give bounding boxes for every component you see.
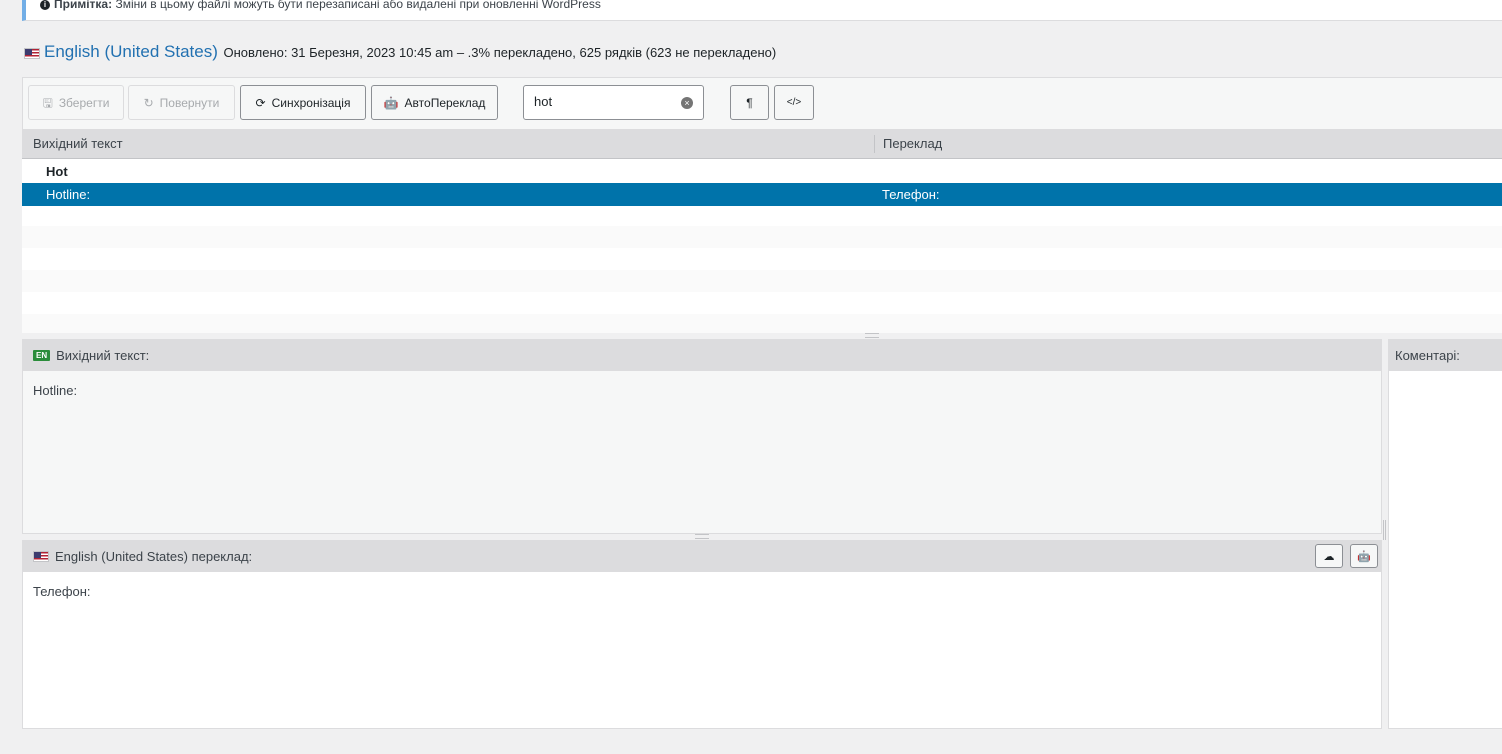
source-pane-title: Вихідний текст: (56, 348, 150, 363)
language-title[interactable]: English (United States) (44, 42, 218, 61)
column-separator[interactable] (874, 135, 875, 153)
row-translation-text: Телефон: (882, 187, 940, 202)
row-source-text: Hot (46, 164, 68, 179)
column-translation-header[interactable]: Переклад (883, 136, 942, 151)
comments-pane-title: Коментарі: (1395, 348, 1460, 363)
us-flag-icon (24, 48, 40, 60)
notice-label: Примітка: (54, 0, 113, 12)
column-source-header[interactable]: Вихідний текст (33, 136, 123, 151)
auto-translate-string-button[interactable]: 🤖 (1350, 544, 1378, 568)
page-heading: English (United States) Оновлено: 31 Бер… (24, 41, 776, 63)
clear-search-icon[interactable]: × (681, 97, 693, 109)
info-icon: i (40, 0, 50, 10)
auto-translate-button[interactable]: 🤖 АвтоПереклад (371, 85, 498, 120)
revert-button[interactable]: ↻ Повернути (128, 85, 235, 120)
invisibles-toggle-button[interactable]: ¶ (730, 85, 769, 120)
cloud-icon: ☁ (1323, 550, 1335, 563)
source-text-display: Hotline: (33, 383, 78, 398)
revert-icon: ↻ (143, 95, 154, 110)
translation-pane-header: English (United States) переклад: ☁ 🤖 (23, 541, 1381, 572)
empty-row (22, 270, 1502, 292)
empty-row (22, 226, 1502, 248)
translation-pane: English (United States) переклад: ☁ 🤖 Те… (22, 540, 1382, 729)
sync-button[interactable]: ⟳ Синхронізація (240, 85, 366, 120)
translation-pane-title: English (United States) переклад: (55, 549, 253, 564)
code-view-toggle-button[interactable]: </> (774, 85, 814, 120)
comments-pane-header: Коментарі: (1389, 340, 1502, 371)
notice-bar: i Примітка: Зміни в цьому файлі можуть бу… (22, 0, 1502, 21)
search-input[interactable] (534, 94, 674, 109)
cloud-suggest-button[interactable]: ☁ (1315, 544, 1343, 568)
en-language-badge: EN (33, 350, 51, 361)
robot-icon: 🤖 (383, 95, 399, 110)
code-icon: </> (786, 97, 802, 108)
source-pane: EN Вихідний текст: Hotline: (22, 339, 1382, 534)
robot-icon: 🤖 (1357, 550, 1371, 563)
notice-text: Зміни в цьому файлі можуть бути перезапи… (115, 0, 601, 12)
strings-grid: Hot Hotline: Телефон: (22, 159, 1502, 333)
pane-splitter-grip-icon[interactable] (695, 534, 709, 539)
floppy-icon: 🖫 (42, 95, 53, 110)
empty-row (22, 314, 1502, 333)
source-pane-header: EN Вихідний текст: (23, 340, 1381, 371)
splitter-grip-icon (865, 333, 879, 338)
comments-pane: Коментарі: (1388, 339, 1502, 729)
pilcrow-icon: ¶ (746, 95, 753, 110)
table-row[interactable]: Hot (22, 160, 1502, 183)
row-source-text: Hotline: (46, 187, 91, 202)
sync-icon: ⟳ (255, 95, 266, 110)
save-button[interactable]: 🖫 Зберегти (28, 85, 124, 120)
translation-stats: Оновлено: 31 Березня, 2023 10:45 am – .3… (223, 45, 777, 60)
search-box[interactable]: × (523, 85, 704, 120)
us-flag-icon (33, 551, 49, 562)
grid-header: Вихідний текст Переклад (22, 130, 1502, 159)
editor-toolbar: 🖫 Зберегти ↻ Повернути ⟳ Синхронізація 🤖 Авт… (22, 77, 1502, 130)
vertical-splitter-grip-icon[interactable] (1383, 520, 1386, 540)
translation-text-input[interactable]: Телефон: (33, 584, 91, 599)
table-row[interactable]: Hotline: Телефон: (22, 183, 1502, 206)
